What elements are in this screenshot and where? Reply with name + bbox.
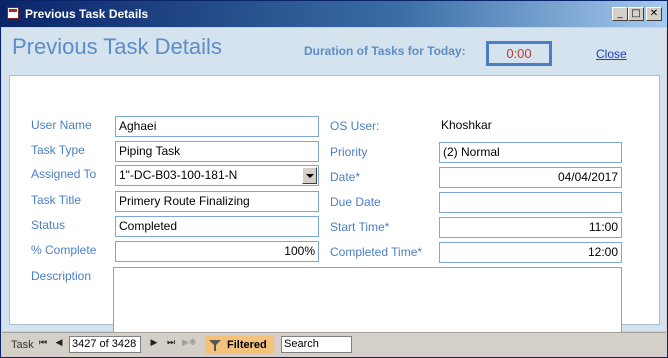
chevron-down-icon[interactable] xyxy=(302,167,317,184)
task-title-label: Task Title xyxy=(31,193,82,207)
filter-toggle-button[interactable]: Filtered xyxy=(205,336,274,354)
page-title: Previous Task Details xyxy=(12,34,222,59)
close-window-button[interactable]: ✕ xyxy=(646,7,662,21)
start-time-label: Start Time* xyxy=(330,220,390,234)
priority-label: Priority xyxy=(330,145,368,159)
filter-label: Filtered xyxy=(227,339,267,351)
os-user-label: OS User: xyxy=(330,119,380,133)
priority-field[interactable]: (2) Normal xyxy=(439,142,622,163)
duration-label: Duration of Tasks for Today: xyxy=(304,44,466,58)
duration-value: 0:00 xyxy=(486,41,552,66)
description-label: Description xyxy=(31,269,92,283)
task-type-label: Task Type xyxy=(31,143,85,157)
assigned-to-label: Assigned To xyxy=(31,167,97,181)
date-label: Date* xyxy=(330,170,361,184)
maximize-button[interactable]: □ xyxy=(628,7,644,21)
form-icon xyxy=(7,7,19,19)
assigned-to-value: 1"-DC-B03-100-181-N xyxy=(119,168,238,182)
form-area: Previous Task Details Duration of Tasks … xyxy=(2,28,666,346)
percent-complete-label: % Complete xyxy=(31,243,97,257)
completed-time-field[interactable]: 12:00 xyxy=(439,242,622,263)
previous-record-icon[interactable]: ◀ xyxy=(53,338,65,348)
os-user-value: Khoshkar xyxy=(441,118,492,132)
user-name-label: User Name xyxy=(31,118,92,132)
first-record-icon[interactable]: ⏮ xyxy=(37,338,49,348)
record-navigation-bar: Task ⏮ ◀ 3427 of 3428 ▶ ⏭ ▶✱ Filtered Se… xyxy=(2,332,666,357)
last-record-icon[interactable]: ⏭ xyxy=(165,338,177,348)
search-input[interactable]: Search xyxy=(281,336,352,353)
completed-time-label: Completed Time* xyxy=(330,245,423,259)
window-title: Previous Task Details xyxy=(25,7,149,21)
window: Previous Task Details _ □ ✕ Previous Tas… xyxy=(0,0,668,358)
filter-icon xyxy=(209,340,221,351)
date-field[interactable]: 04/04/2017 xyxy=(439,167,622,188)
start-time-field[interactable]: 11:00 xyxy=(439,217,622,238)
detail-panel: User Name Aghaei Task Type Piping Task A… xyxy=(9,75,660,346)
user-name-field[interactable]: Aghaei xyxy=(115,116,319,137)
due-date-label: Due Date xyxy=(330,195,381,209)
close-link[interactable]: Close xyxy=(596,47,627,61)
task-type-field[interactable]: Piping Task xyxy=(115,141,319,162)
next-record-icon[interactable]: ▶ xyxy=(148,338,160,348)
task-title-field[interactable]: Primery Route Finalizing xyxy=(115,191,319,212)
title-bar: Previous Task Details _ □ ✕ xyxy=(1,1,667,27)
new-record-icon: ▶✱ xyxy=(182,338,197,348)
current-record-field[interactable]: 3427 of 3428 xyxy=(69,336,141,353)
status-field[interactable]: Completed xyxy=(115,216,319,237)
minimize-button[interactable]: _ xyxy=(612,7,628,21)
record-label: Task xyxy=(11,339,34,351)
assigned-to-dropdown[interactable]: 1"-DC-B03-100-181-N xyxy=(115,165,319,186)
due-date-field[interactable] xyxy=(439,192,622,213)
percent-complete-field[interactable]: 100% xyxy=(115,241,319,262)
status-label: Status xyxy=(31,218,66,232)
